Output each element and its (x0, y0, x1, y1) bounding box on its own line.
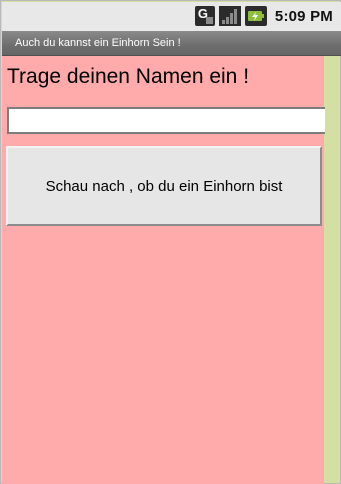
device-screen: G 5:09 PM Auch du kannst ein Einhorn Sei… (0, 0, 341, 484)
signal-icon (218, 6, 241, 26)
name-prompt-label: Trage deinen Namen ein ! (7, 65, 250, 88)
battery-icon (244, 6, 267, 26)
name-input[interactable] (7, 107, 325, 134)
status-time: 5:09 PM (274, 7, 333, 25)
status-icons: G 5:09 PM (194, 5, 333, 27)
check-unicorn-button[interactable]: Schau nach , ob du ein Einhorn bist (6, 146, 322, 226)
app-title: Auch du kannst ein Einhorn Sein ! (15, 37, 181, 49)
g-notification-icon: G (194, 6, 215, 26)
app-title-bar: Auch du kannst ein Einhorn Sein ! (2, 31, 341, 56)
main-content: Trage deinen Namen ein ! Schau nach , ob… (2, 56, 325, 484)
status-bar: G 5:09 PM (2, 2, 341, 31)
